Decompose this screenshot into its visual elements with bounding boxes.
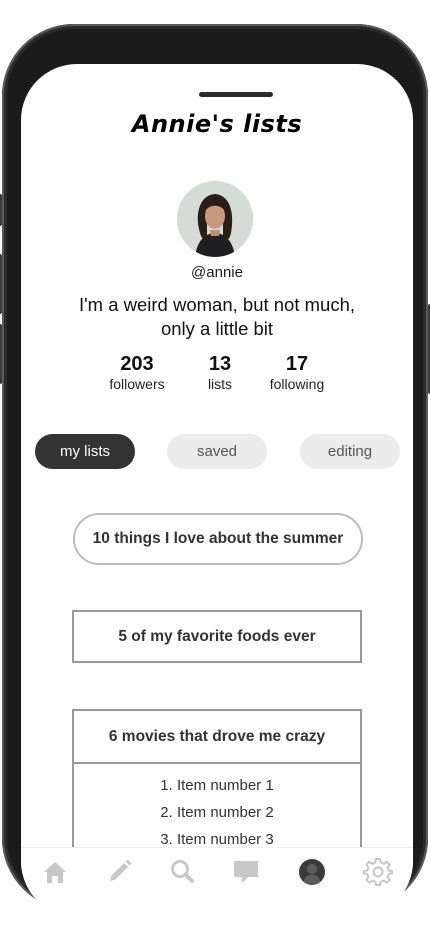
search-icon[interactable] <box>167 857 197 887</box>
stat-followers[interactable]: 203 followers <box>97 353 177 393</box>
username-handle: @annie <box>191 264 243 281</box>
stat-lists-value: 13 <box>208 353 232 375</box>
stat-lists-label: lists <box>207 376 233 392</box>
chat-icon[interactable] <box>231 857 261 887</box>
profile-icon[interactable] <box>297 857 327 887</box>
pencil-icon[interactable] <box>104 857 134 887</box>
side-button-volume-down <box>0 324 2 384</box>
notch <box>199 92 273 97</box>
stat-following-value: 17 <box>285 353 309 375</box>
avatar[interactable] <box>177 181 253 257</box>
stat-following-label: following <box>269 376 325 392</box>
stat-following[interactable]: 17 following <box>257 353 337 393</box>
tab-editing[interactable]: editing <box>300 434 400 469</box>
side-button-volume-up <box>0 254 2 314</box>
side-button-mute <box>0 194 2 226</box>
tab-my-lists[interactable]: my lists <box>35 434 135 469</box>
bottom-tab-bar <box>21 847 413 917</box>
phone-frame: Annie's lists @annie I'm a weird woman, … <box>0 24 430 917</box>
stat-followers-label: followers <box>109 376 165 392</box>
avatar-image <box>177 181 253 257</box>
page-title: Annie's lists <box>131 110 303 138</box>
stat-followers-value: 203 <box>120 353 154 375</box>
list-card-foods[interactable]: 5 of my favorite foods ever <box>72 610 362 663</box>
screen: Annie's lists @annie I'm a weird woman, … <box>21 64 413 917</box>
tab-saved[interactable]: saved <box>167 434 267 469</box>
list-item: 1. Item number 1 <box>160 777 274 794</box>
list-card-movies-items: 1. Item number 1 2. Item number 2 3. Ite… <box>74 772 360 853</box>
stat-lists[interactable]: 13 lists <box>190 353 250 393</box>
list-card-summer[interactable]: 10 things I love about the summer <box>73 513 363 565</box>
list-card-movies-title: 6 movies that drove me crazy <box>74 711 360 764</box>
profile-bio: I'm a weird woman, but not much, only a … <box>78 294 355 339</box>
gear-icon[interactable] <box>363 857 393 887</box>
home-icon[interactable] <box>40 857 70 887</box>
list-item: 2. Item number 2 <box>160 804 274 821</box>
